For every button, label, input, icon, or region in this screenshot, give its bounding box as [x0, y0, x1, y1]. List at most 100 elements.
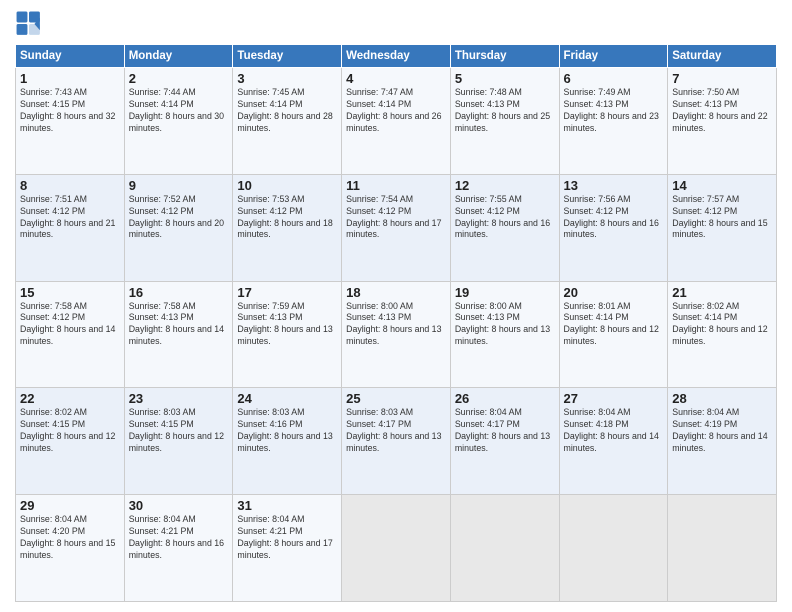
cell-content: Sunrise: 8:03 AMSunset: 4:15 PMDaylight:…	[129, 407, 229, 455]
cell-content: Sunrise: 7:59 AMSunset: 4:13 PMDaylight:…	[237, 301, 337, 349]
day-number: 9	[129, 178, 229, 193]
calendar-header-row: SundayMondayTuesdayWednesdayThursdayFrid…	[16, 45, 777, 68]
day-number: 19	[455, 285, 555, 300]
calendar-cell	[668, 495, 777, 602]
cell-content: Sunrise: 7:48 AMSunset: 4:13 PMDaylight:…	[455, 87, 555, 135]
cell-content: Sunrise: 7:55 AMSunset: 4:12 PMDaylight:…	[455, 194, 555, 242]
calendar-cell: 30 Sunrise: 8:04 AMSunset: 4:21 PMDaylig…	[124, 495, 233, 602]
day-number: 7	[672, 71, 772, 86]
calendar-cell: 8 Sunrise: 7:51 AMSunset: 4:12 PMDayligh…	[16, 174, 125, 281]
calendar-dow-sunday: Sunday	[16, 45, 125, 68]
calendar-cell: 3 Sunrise: 7:45 AMSunset: 4:14 PMDayligh…	[233, 68, 342, 175]
cell-content: Sunrise: 8:04 AMSunset: 4:20 PMDaylight:…	[20, 514, 120, 562]
calendar-cell: 4 Sunrise: 7:47 AMSunset: 4:14 PMDayligh…	[342, 68, 451, 175]
calendar-week-row: 22 Sunrise: 8:02 AMSunset: 4:15 PMDaylig…	[16, 388, 777, 495]
day-number: 24	[237, 391, 337, 406]
calendar-cell: 29 Sunrise: 8:04 AMSunset: 4:20 PMDaylig…	[16, 495, 125, 602]
day-number: 20	[564, 285, 664, 300]
day-number: 22	[20, 391, 120, 406]
cell-content: Sunrise: 8:04 AMSunset: 4:21 PMDaylight:…	[129, 514, 229, 562]
calendar-cell: 21 Sunrise: 8:02 AMSunset: 4:14 PMDaylig…	[668, 281, 777, 388]
calendar-cell: 11 Sunrise: 7:54 AMSunset: 4:12 PMDaylig…	[342, 174, 451, 281]
day-number: 10	[237, 178, 337, 193]
day-number: 1	[20, 71, 120, 86]
calendar-table: SundayMondayTuesdayWednesdayThursdayFrid…	[15, 44, 777, 602]
day-number: 4	[346, 71, 446, 86]
day-number: 11	[346, 178, 446, 193]
day-number: 2	[129, 71, 229, 86]
day-number: 15	[20, 285, 120, 300]
cell-content: Sunrise: 7:54 AMSunset: 4:12 PMDaylight:…	[346, 194, 446, 242]
day-number: 25	[346, 391, 446, 406]
calendar-cell: 6 Sunrise: 7:49 AMSunset: 4:13 PMDayligh…	[559, 68, 668, 175]
calendar-cell: 25 Sunrise: 8:03 AMSunset: 4:17 PMDaylig…	[342, 388, 451, 495]
cell-content: Sunrise: 8:02 AMSunset: 4:15 PMDaylight:…	[20, 407, 120, 455]
cell-content: Sunrise: 7:50 AMSunset: 4:13 PMDaylight:…	[672, 87, 772, 135]
day-number: 16	[129, 285, 229, 300]
calendar-dow-wednesday: Wednesday	[342, 45, 451, 68]
day-number: 17	[237, 285, 337, 300]
calendar-cell	[342, 495, 451, 602]
day-number: 31	[237, 498, 337, 513]
cell-content: Sunrise: 7:44 AMSunset: 4:14 PMDaylight:…	[129, 87, 229, 135]
calendar-week-row: 29 Sunrise: 8:04 AMSunset: 4:20 PMDaylig…	[16, 495, 777, 602]
calendar-cell: 26 Sunrise: 8:04 AMSunset: 4:17 PMDaylig…	[450, 388, 559, 495]
calendar-dow-friday: Friday	[559, 45, 668, 68]
cell-content: Sunrise: 7:57 AMSunset: 4:12 PMDaylight:…	[672, 194, 772, 242]
day-number: 12	[455, 178, 555, 193]
calendar-cell: 5 Sunrise: 7:48 AMSunset: 4:13 PMDayligh…	[450, 68, 559, 175]
calendar-week-row: 15 Sunrise: 7:58 AMSunset: 4:12 PMDaylig…	[16, 281, 777, 388]
cell-content: Sunrise: 8:04 AMSunset: 4:19 PMDaylight:…	[672, 407, 772, 455]
calendar-dow-saturday: Saturday	[668, 45, 777, 68]
cell-content: Sunrise: 8:04 AMSunset: 4:18 PMDaylight:…	[564, 407, 664, 455]
cell-content: Sunrise: 8:03 AMSunset: 4:17 PMDaylight:…	[346, 407, 446, 455]
logo	[15, 10, 47, 38]
calendar-cell: 17 Sunrise: 7:59 AMSunset: 4:13 PMDaylig…	[233, 281, 342, 388]
calendar-week-row: 8 Sunrise: 7:51 AMSunset: 4:12 PMDayligh…	[16, 174, 777, 281]
calendar-cell: 24 Sunrise: 8:03 AMSunset: 4:16 PMDaylig…	[233, 388, 342, 495]
calendar-cell: 19 Sunrise: 8:00 AMSunset: 4:13 PMDaylig…	[450, 281, 559, 388]
cell-content: Sunrise: 8:02 AMSunset: 4:14 PMDaylight:…	[672, 301, 772, 349]
calendar-cell: 9 Sunrise: 7:52 AMSunset: 4:12 PMDayligh…	[124, 174, 233, 281]
cell-content: Sunrise: 7:58 AMSunset: 4:12 PMDaylight:…	[20, 301, 120, 349]
day-number: 28	[672, 391, 772, 406]
cell-content: Sunrise: 8:03 AMSunset: 4:16 PMDaylight:…	[237, 407, 337, 455]
day-number: 30	[129, 498, 229, 513]
cell-content: Sunrise: 8:00 AMSunset: 4:13 PMDaylight:…	[455, 301, 555, 349]
day-number: 8	[20, 178, 120, 193]
calendar-dow-tuesday: Tuesday	[233, 45, 342, 68]
day-number: 29	[20, 498, 120, 513]
day-number: 5	[455, 71, 555, 86]
calendar-cell: 1 Sunrise: 7:43 AMSunset: 4:15 PMDayligh…	[16, 68, 125, 175]
cell-content: Sunrise: 8:04 AMSunset: 4:17 PMDaylight:…	[455, 407, 555, 455]
cell-content: Sunrise: 7:47 AMSunset: 4:14 PMDaylight:…	[346, 87, 446, 135]
calendar-cell: 7 Sunrise: 7:50 AMSunset: 4:13 PMDayligh…	[668, 68, 777, 175]
day-number: 23	[129, 391, 229, 406]
header	[15, 10, 777, 38]
calendar-cell: 10 Sunrise: 7:53 AMSunset: 4:12 PMDaylig…	[233, 174, 342, 281]
page: SundayMondayTuesdayWednesdayThursdayFrid…	[0, 0, 792, 612]
calendar-cell: 22 Sunrise: 8:02 AMSunset: 4:15 PMDaylig…	[16, 388, 125, 495]
calendar-cell: 2 Sunrise: 7:44 AMSunset: 4:14 PMDayligh…	[124, 68, 233, 175]
cell-content: Sunrise: 7:52 AMSunset: 4:12 PMDaylight:…	[129, 194, 229, 242]
calendar-cell	[559, 495, 668, 602]
calendar-week-row: 1 Sunrise: 7:43 AMSunset: 4:15 PMDayligh…	[16, 68, 777, 175]
calendar-cell: 23 Sunrise: 8:03 AMSunset: 4:15 PMDaylig…	[124, 388, 233, 495]
calendar-cell: 13 Sunrise: 7:56 AMSunset: 4:12 PMDaylig…	[559, 174, 668, 281]
calendar-cell: 28 Sunrise: 8:04 AMSunset: 4:19 PMDaylig…	[668, 388, 777, 495]
logo-icon	[15, 10, 43, 38]
day-number: 21	[672, 285, 772, 300]
day-number: 27	[564, 391, 664, 406]
calendar-cell: 14 Sunrise: 7:57 AMSunset: 4:12 PMDaylig…	[668, 174, 777, 281]
calendar-dow-thursday: Thursday	[450, 45, 559, 68]
day-number: 26	[455, 391, 555, 406]
cell-content: Sunrise: 7:58 AMSunset: 4:13 PMDaylight:…	[129, 301, 229, 349]
calendar-cell: 12 Sunrise: 7:55 AMSunset: 4:12 PMDaylig…	[450, 174, 559, 281]
calendar-cell: 18 Sunrise: 8:00 AMSunset: 4:13 PMDaylig…	[342, 281, 451, 388]
cell-content: Sunrise: 7:51 AMSunset: 4:12 PMDaylight:…	[20, 194, 120, 242]
calendar-dow-monday: Monday	[124, 45, 233, 68]
calendar-cell	[450, 495, 559, 602]
cell-content: Sunrise: 7:45 AMSunset: 4:14 PMDaylight:…	[237, 87, 337, 135]
day-number: 3	[237, 71, 337, 86]
cell-content: Sunrise: 7:49 AMSunset: 4:13 PMDaylight:…	[564, 87, 664, 135]
